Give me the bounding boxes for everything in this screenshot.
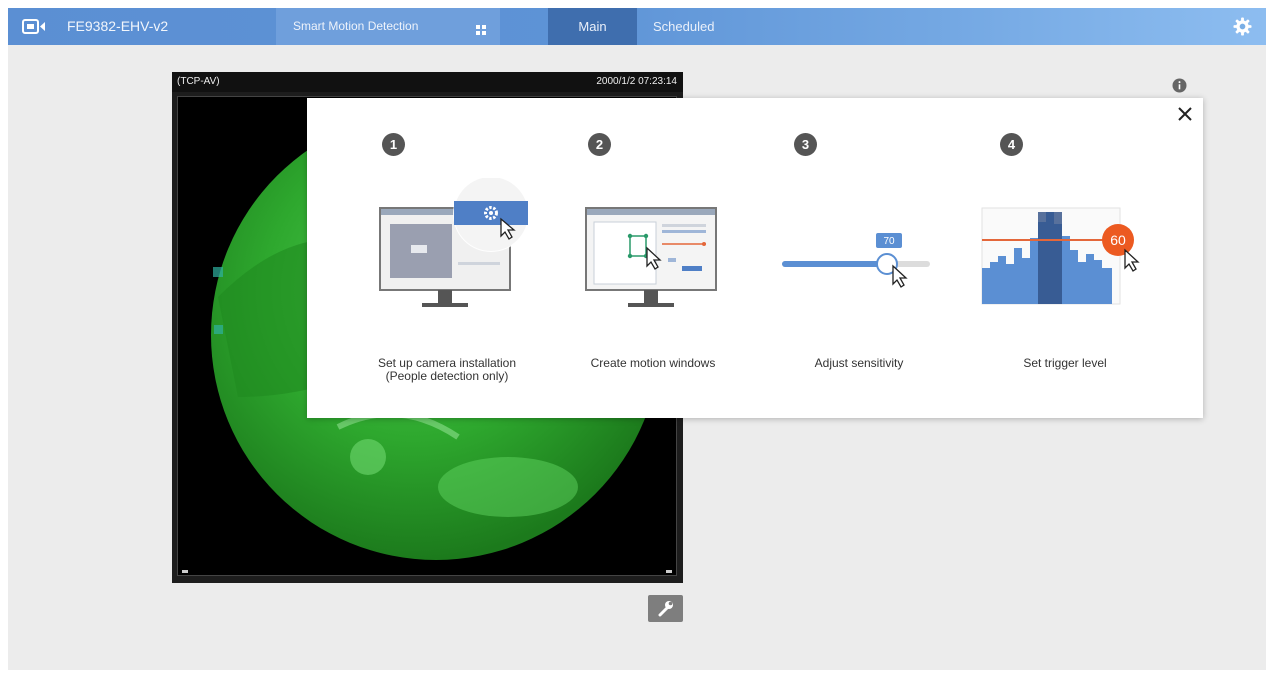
sensitivity-illustration: 70	[782, 233, 930, 288]
logo-icon	[22, 19, 45, 34]
gear-icon[interactable]	[1233, 17, 1252, 36]
close-icon[interactable]	[1176, 105, 1194, 123]
settings-wrench-button[interactable]	[648, 595, 683, 622]
grid-icon[interactable]	[476, 25, 486, 35]
camera-installation-illustration	[379, 178, 529, 307]
wrench-icon	[658, 601, 673, 617]
video-timestamp: 2000/1/2 07:23:14	[596, 76, 677, 87]
trigger-level-illustration: 60	[981, 207, 1140, 305]
video-corner-marker	[666, 570, 672, 573]
wizard-step-2[interactable]: 2 Create motion windows	[550, 98, 756, 418]
app-tab-smart-motion[interactable]: Smart Motion Detection	[276, 8, 500, 45]
step-label-line: Create motion windows	[590, 356, 716, 370]
step-number-3: 3	[794, 133, 817, 156]
step-label-3: Adjust sensitivity	[756, 357, 962, 370]
video-corner-marker	[182, 570, 188, 573]
step-label-4: Set trigger level	[962, 357, 1168, 370]
step-label-1: Set up camera installation (People detec…	[344, 357, 550, 383]
wizard-step-4[interactable]: 4 60 Set trigger level	[962, 98, 1168, 418]
trigger-value: 60	[1110, 232, 1126, 248]
app-tab-label: Smart Motion Detection	[293, 19, 419, 33]
tab-scheduled[interactable]: Scheduled	[653, 19, 714, 34]
step-number-1: 1	[382, 133, 405, 156]
model-name: FE9382-EHV-v2	[67, 18, 169, 34]
setup-wizard-dialog: 1 Set up camera installation (People det…	[307, 98, 1203, 418]
top-bar: FE9382-EHV-v2 Smart Motion Detection Mai…	[8, 8, 1266, 45]
wizard-step-1[interactable]: 1 Set up camera installation (People det…	[344, 98, 550, 418]
wizard-step-3[interactable]: 3 70 Adjust sensitivity	[756, 98, 962, 418]
tab-main[interactable]: Main	[548, 8, 637, 45]
step-label-line: (People detection only)	[385, 369, 509, 383]
step-number-2: 2	[588, 133, 611, 156]
camera-label: (TCP-AV)	[177, 76, 220, 87]
motion-windows-illustration	[585, 207, 717, 307]
step-label-line: Adjust sensitivity	[814, 356, 904, 370]
video-header: (TCP-AV) 2000/1/2 07:23:14	[172, 72, 683, 92]
sensitivity-value: 70	[883, 236, 895, 247]
app-window: FE9382-EHV-v2 Smart Motion Detection Mai…	[8, 8, 1266, 670]
step-label-2: Create motion windows	[550, 357, 756, 370]
step-label-line: Set trigger level	[1023, 356, 1107, 370]
step-number-4: 4	[1000, 133, 1023, 156]
info-icon[interactable]	[1172, 78, 1187, 93]
